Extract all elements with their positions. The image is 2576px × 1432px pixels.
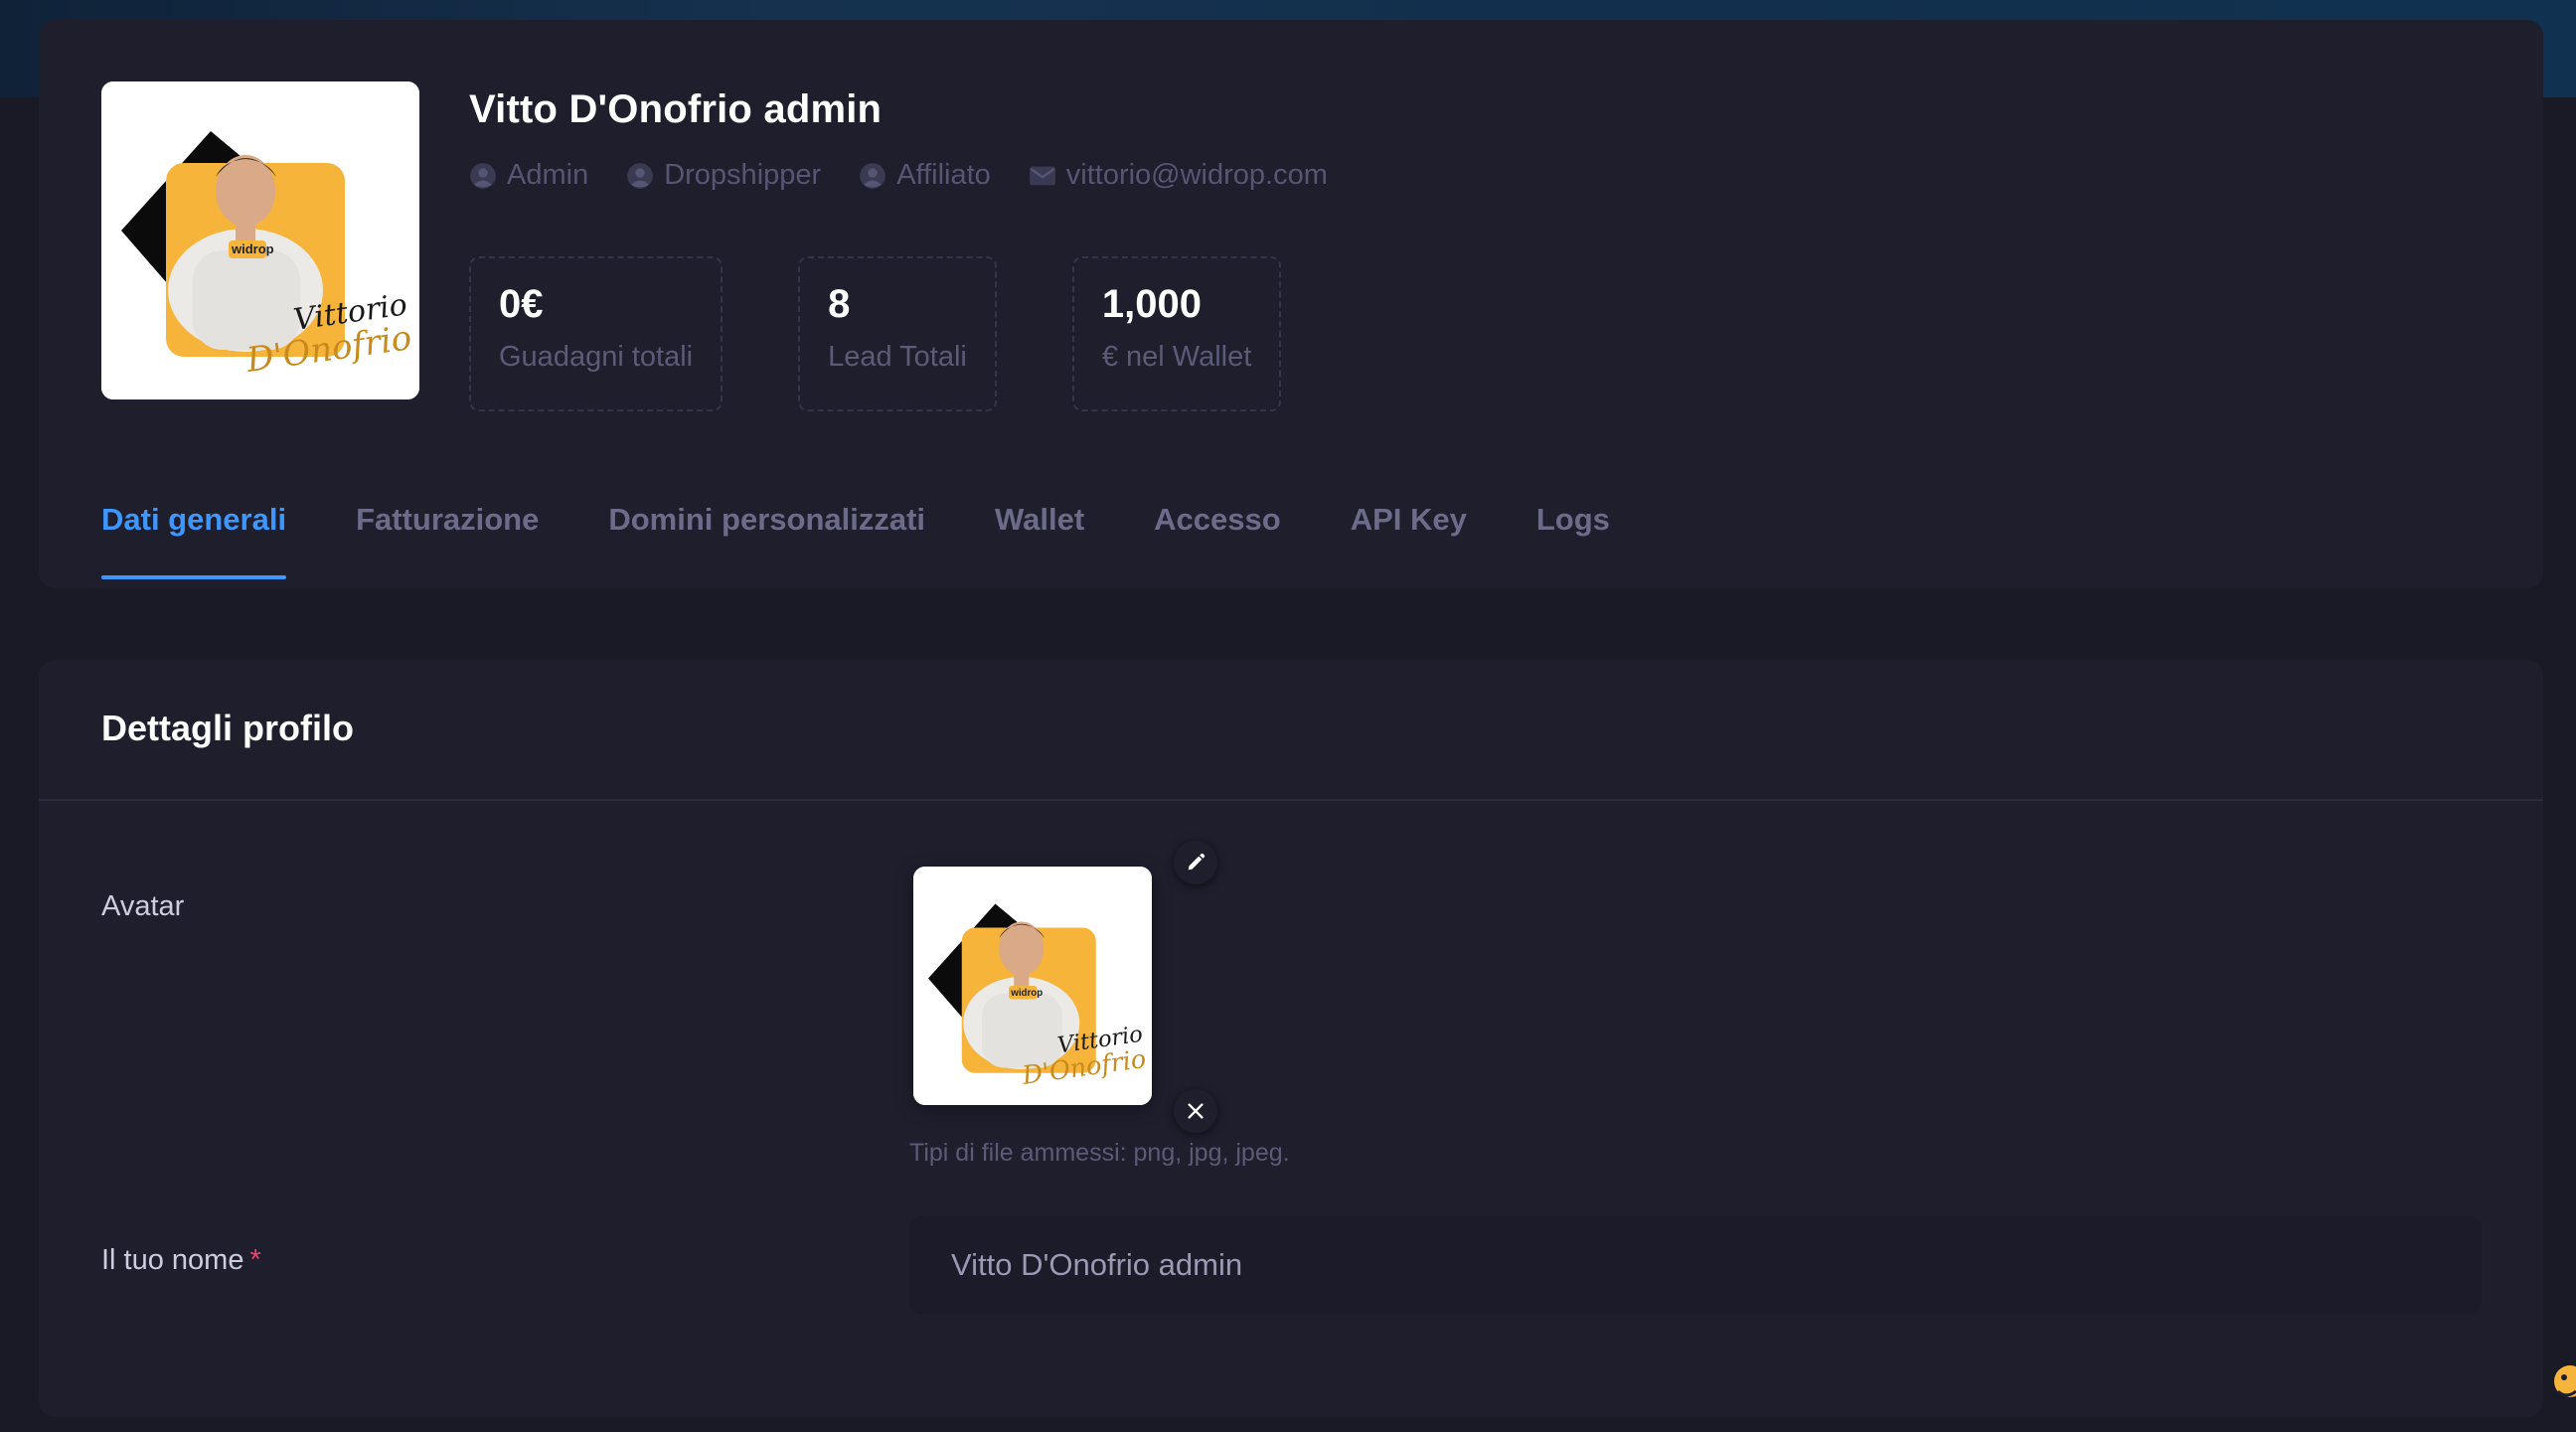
avatar-image: widrop Vittorio D'Onofrio	[101, 81, 419, 399]
divider	[39, 799, 2543, 801]
tab-accesso[interactable]: Accesso	[1154, 502, 1281, 579]
tab-fatturazione[interactable]: Fatturazione	[356, 502, 539, 579]
tab-api-key[interactable]: API Key	[1351, 502, 1467, 579]
user-meta: Admin Dropshipper Affiliato vittorio@wid…	[469, 159, 1328, 192]
user-email[interactable]: vittorio@widrop.com	[1029, 159, 1328, 192]
stat-label: Guadagni totali	[499, 341, 694, 373]
stats-row: 0€ Guadagni totali 8 Lead Totali 1,000 €…	[469, 256, 1282, 411]
avatar-label: Avatar	[101, 890, 185, 922]
user-name: Vitto D'Onofrio admin	[469, 87, 883, 131]
role-admin[interactable]: Admin	[469, 159, 588, 192]
avatar-shirt-logo: widrop	[1010, 988, 1043, 999]
stat-label: € nel Wallet	[1101, 341, 1252, 373]
profile-details-card: Dettagli profilo Avatar widrop Vittorio …	[39, 660, 2543, 1417]
avatar-hint: Tipi di file ammessi: png, jpg, jpeg.	[909, 1139, 1290, 1167]
stat-value: 0€	[499, 282, 544, 326]
role-affiliato[interactable]: Affiliato	[859, 159, 991, 192]
email-label: vittorio@widrop.com	[1065, 159, 1328, 191]
chat-widget-icon[interactable]	[2544, 1348, 2576, 1403]
stat-wallet: 1,000 € nel Wallet	[1071, 256, 1282, 411]
tab-dati-generali[interactable]: Dati generali	[101, 502, 287, 579]
avatar-image: widrop Vittorio D'Onofrio	[913, 867, 1152, 1105]
name-input[interactable]	[909, 1216, 2482, 1314]
role-label: Dropshipper	[664, 159, 822, 191]
required-mark: *	[249, 1244, 261, 1276]
user-circle-icon	[860, 162, 886, 189]
avatar-preview[interactable]: widrop Vittorio D'Onofrio	[913, 867, 1152, 1105]
tab-logs[interactable]: Logs	[1536, 502, 1610, 579]
close-icon	[1188, 1103, 1204, 1119]
name-label: Il tuo nome *	[101, 1244, 261, 1277]
profile-avatar: widrop Vittorio D'Onofrio	[101, 81, 419, 399]
user-circle-icon	[627, 162, 654, 189]
user-circle-icon	[470, 162, 496, 189]
envelope-icon	[1029, 166, 1055, 185]
profile-tabs: Dati generali Fatturazione Domini person…	[101, 502, 1610, 579]
stat-value: 8	[828, 282, 851, 326]
stat-label: Lead Totali	[828, 341, 967, 373]
stat-leads: 8 Lead Totali	[798, 256, 997, 411]
role-label: Affiliato	[896, 159, 991, 191]
edit-avatar-button[interactable]	[1174, 841, 1217, 884]
details-title: Dettagli profilo	[101, 708, 354, 748]
stat-value: 1,000	[1101, 282, 1202, 326]
role-dropshipper[interactable]: Dropshipper	[626, 159, 821, 192]
tab-domini-personalizzati[interactable]: Domini personalizzati	[608, 502, 925, 579]
remove-avatar-button[interactable]	[1174, 1089, 1217, 1133]
stat-earnings: 0€ Guadagni totali	[469, 256, 724, 411]
tab-wallet[interactable]: Wallet	[995, 502, 1084, 579]
chat-widget-graphic	[2554, 1365, 2576, 1397]
name-label-text: Il tuo nome	[101, 1244, 244, 1276]
avatar-shirt-logo: widrop	[231, 241, 274, 256]
role-label: Admin	[507, 159, 589, 191]
pencil-icon	[1188, 853, 1206, 871]
page: widrop Vittorio D'Onofrio Vitto D'Onofri…	[0, 0, 2576, 1432]
profile-card: widrop Vittorio D'Onofrio Vitto D'Onofri…	[39, 20, 2543, 588]
